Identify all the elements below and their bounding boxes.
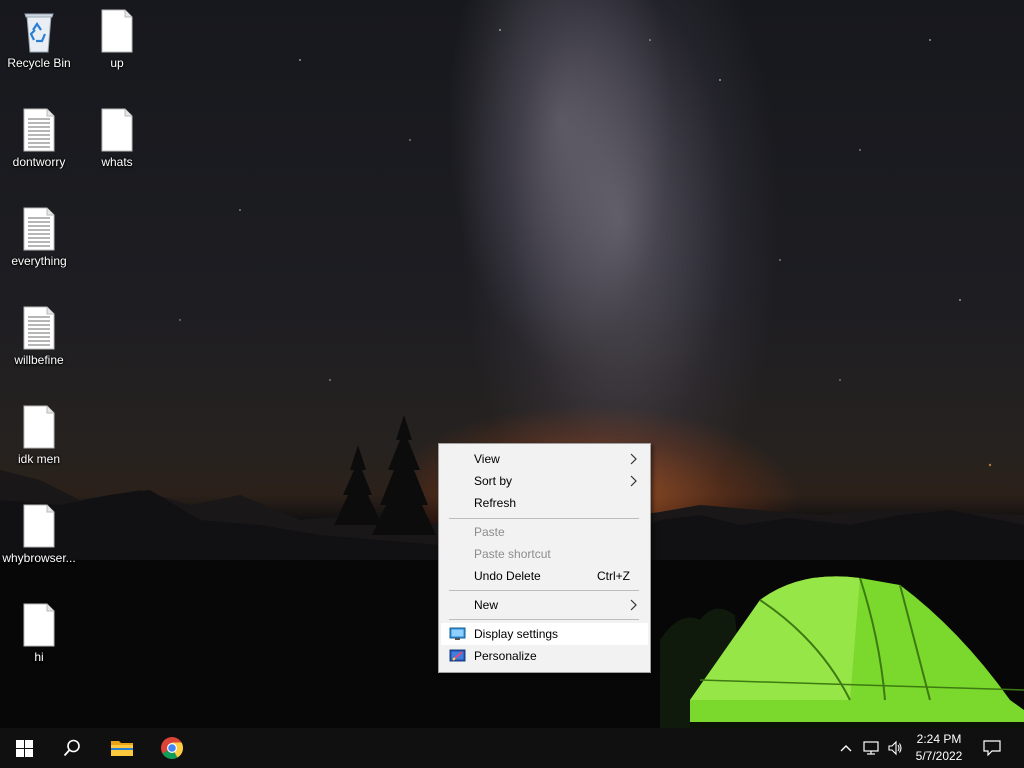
menu-item-label: Undo Delete (474, 569, 541, 583)
menu-item-label: Display settings (474, 627, 559, 641)
menu-separator (449, 518, 639, 519)
blank-file-icon (101, 108, 133, 152)
desktop-icon-willbefine[interactable]: willbefine (0, 305, 78, 367)
desktop-icon-whybrowser[interactable]: whybrowser... (0, 503, 78, 565)
desktop-icon-dontworry[interactable]: dontworry (0, 107, 78, 169)
chevron-up-icon (840, 745, 852, 752)
action-center-button[interactable] (978, 728, 1006, 768)
keyboard-shortcut: Ctrl+Z (597, 569, 630, 583)
display-icon (449, 627, 466, 640)
desktop-icon-label: dontworry (12, 155, 66, 169)
chevron-right-icon (630, 453, 637, 465)
blank-file-icon (23, 603, 55, 647)
desktop-context-menu: View Sort by Refresh Paste Paste shortcu… (438, 443, 651, 673)
menu-item-new[interactable]: New (441, 594, 648, 616)
windows-logo-icon (15, 739, 33, 757)
menu-item-label: Sort by (474, 474, 513, 488)
start-button[interactable] (0, 728, 48, 768)
taskbar-chrome[interactable] (148, 728, 196, 768)
desktop-icon-label: whats (101, 155, 133, 169)
personalize-icon (449, 649, 466, 662)
menu-item-display-settings[interactable]: Display settings (441, 623, 648, 645)
blank-file-icon (23, 504, 55, 548)
notification-icon (983, 740, 1001, 756)
menu-item-paste[interactable]: Paste (441, 521, 648, 543)
desktop-icon-label: hi (34, 650, 44, 664)
network-icon (863, 741, 879, 755)
file-explorer-icon (111, 741, 133, 756)
menu-item-label: New (474, 598, 499, 612)
text-file-icon (23, 306, 55, 350)
menu-item-label: Refresh (474, 496, 517, 510)
chevron-right-icon (630, 475, 637, 487)
desktop-icon-label: Recycle Bin (7, 56, 71, 70)
menu-item-view[interactable]: View (441, 448, 648, 470)
menu-item-sort-by[interactable]: Sort by (441, 470, 648, 492)
clock-date: 5/7/2022 (915, 749, 963, 763)
desktop-icon-hi[interactable]: hi (0, 602, 78, 664)
network-tray[interactable] (860, 728, 882, 768)
chevron-right-icon (630, 599, 637, 611)
speaker-icon (888, 740, 902, 756)
desktop-icon-recycle-bin[interactable]: Recycle Bin (0, 8, 78, 70)
taskbar-clock[interactable]: 2:24 PM 5/7/2022 (908, 731, 970, 765)
menu-item-label: View (474, 452, 500, 466)
desktop-icon-whats[interactable]: whats (78, 107, 156, 169)
menu-item-paste-shortcut[interactable]: Paste shortcut (441, 543, 648, 565)
volume-tray[interactable] (884, 728, 906, 768)
recycle-bin-icon (24, 13, 54, 53)
desktop-icon-label: willbefine (14, 353, 64, 367)
chrome-icon (161, 737, 183, 759)
desktop-icon-label: everything (11, 254, 67, 268)
menu-item-label: Personalize (474, 649, 537, 663)
menu-item-personalize[interactable]: Personalize (441, 645, 648, 667)
desktop-icon-idk-men[interactable]: idk men (0, 404, 78, 466)
desktop-icon-everything[interactable]: everything (0, 206, 78, 268)
menu-separator (449, 590, 639, 591)
search-button[interactable] (48, 728, 96, 768)
blank-file-icon (101, 9, 133, 53)
menu-item-label: Paste (474, 525, 505, 539)
blank-file-icon (23, 405, 55, 449)
menu-item-label: Paste shortcut (474, 547, 551, 561)
search-icon (63, 739, 80, 757)
text-file-icon (23, 108, 55, 152)
clock-time: 2:24 PM (916, 732, 962, 746)
menu-item-refresh[interactable]: Refresh (441, 492, 648, 514)
desktop-icon-label: idk men (17, 452, 61, 466)
taskbar: 2:24 PM 5/7/2022 (0, 728, 1024, 768)
desktop-icon-label: whybrowser... (2, 551, 76, 565)
show-hidden-icons[interactable] (836, 728, 856, 768)
text-file-icon (23, 207, 55, 251)
menu-separator (449, 619, 639, 620)
taskbar-file-explorer[interactable] (98, 728, 146, 768)
desktop-icon-up[interactable]: up (78, 8, 156, 70)
menu-item-undo-delete[interactable]: Undo Delete Ctrl+Z (441, 565, 648, 587)
desktop-icon-label: up (110, 56, 124, 70)
